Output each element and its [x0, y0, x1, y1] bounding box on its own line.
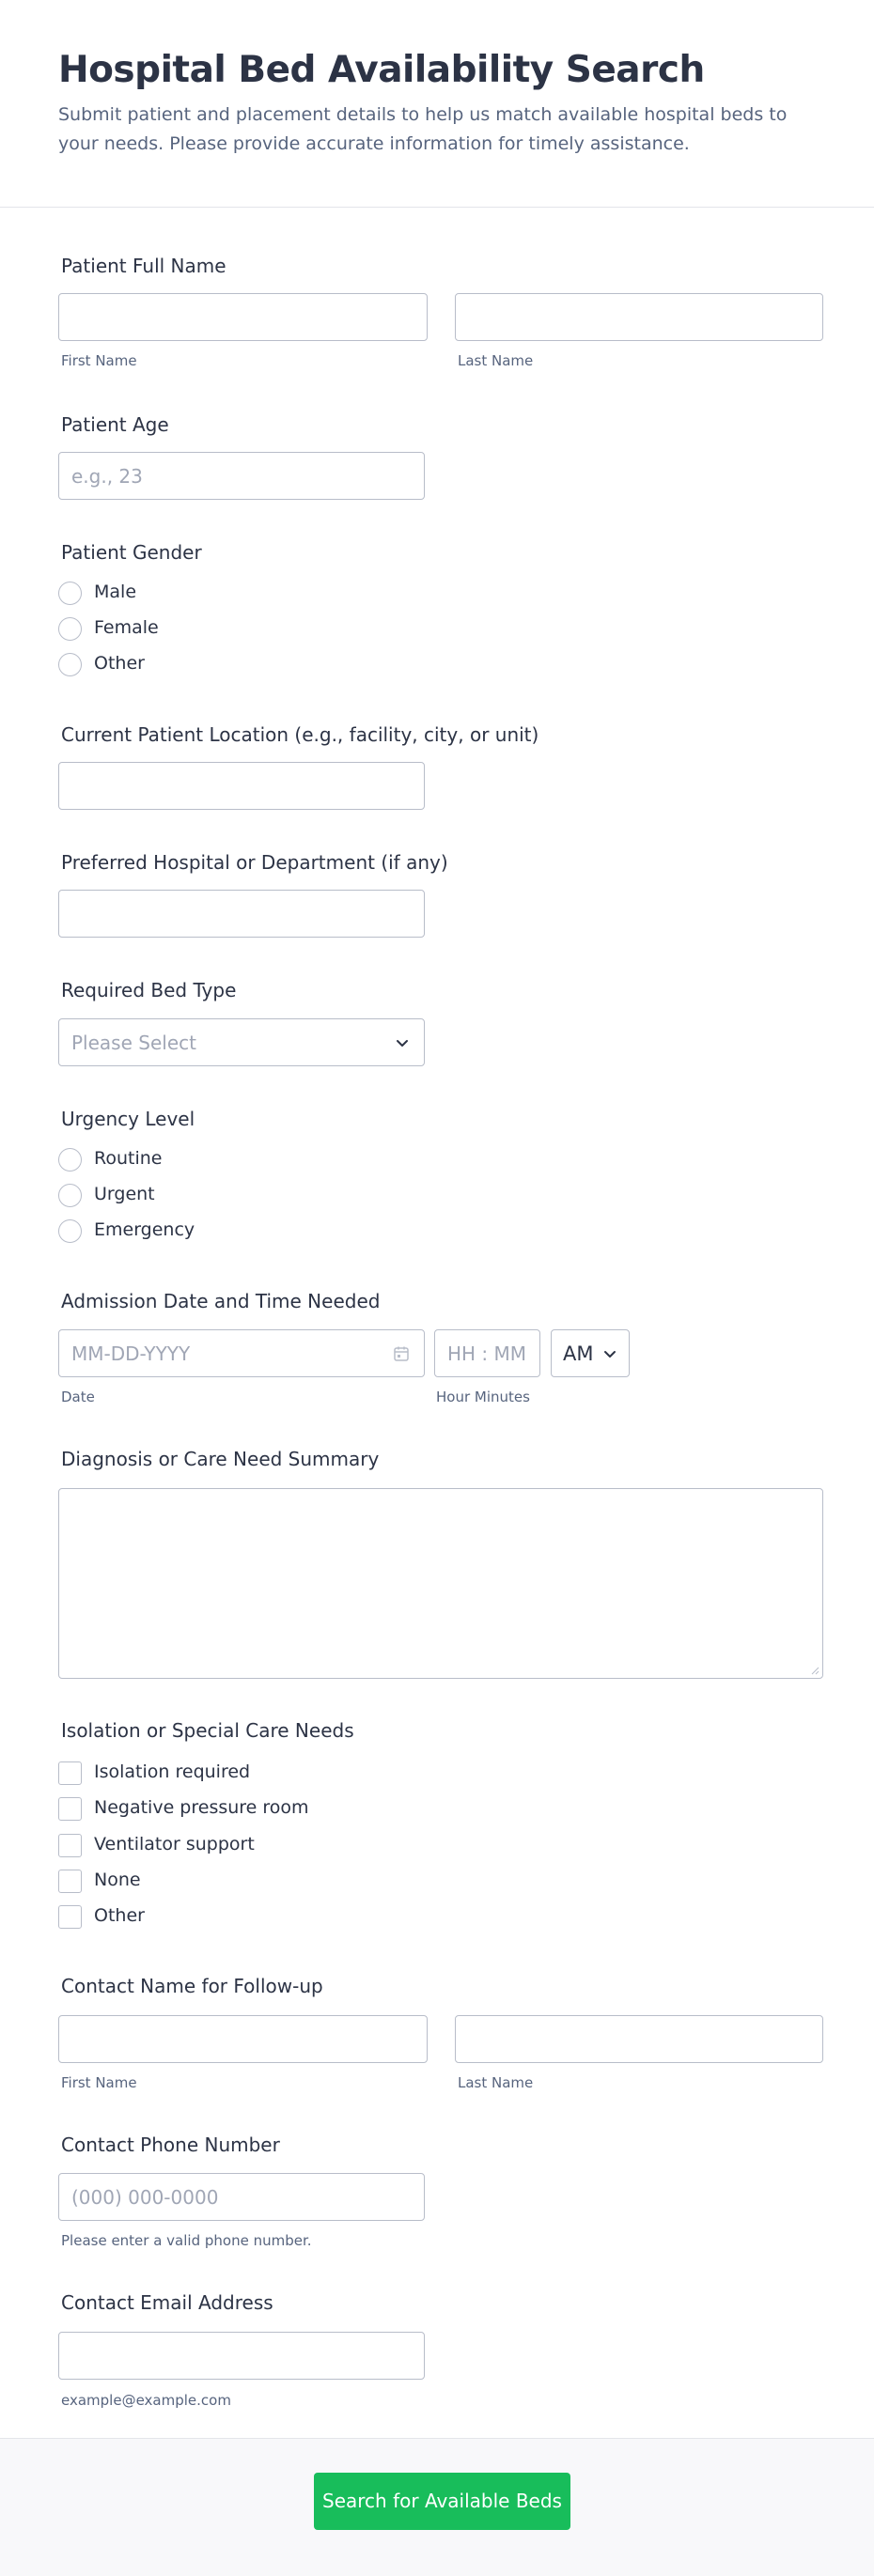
patient-last-name-sublabel: Last Name	[458, 352, 534, 369]
checkbox[interactable]	[58, 1834, 82, 1857]
admission-date-sublabel: Date	[61, 1389, 95, 1405]
form-header: Hospital Bed Availability Search Submit …	[0, 0, 874, 208]
contact-phone-sublabel: Please enter a valid phone number.	[61, 2232, 312, 2249]
contact-phone-placeholder: (000) 000-0000	[71, 2186, 219, 2209]
isolation-option-label: None	[94, 1870, 141, 1890]
urgency-option-label: Emergency	[94, 1219, 195, 1240]
contact-email-input[interactable]	[58, 2332, 425, 2380]
contact-first-name-input[interactable]	[58, 2015, 428, 2063]
admission-date-input[interactable]: MM-DD-YYYY	[58, 1329, 425, 1377]
gender-option-label: Other	[94, 653, 145, 674]
radio-button[interactable]	[58, 1219, 82, 1243]
page-subtitle: Submit patient and placement details to …	[58, 104, 788, 154]
ampm-select[interactable]: AM	[551, 1329, 630, 1377]
urgency-option-label: Routine	[94, 1148, 163, 1169]
admission-date-placeholder: MM-DD-YYYY	[71, 1342, 191, 1365]
admission-time-sublabel: Hour Minutes	[436, 1389, 530, 1405]
checkbox[interactable]	[58, 1905, 82, 1929]
patient-first-name-sublabel: First Name	[61, 352, 137, 369]
patient-gender-label: Patient Gender	[61, 541, 202, 564]
radio-button[interactable]	[58, 617, 82, 641]
contact-phone-label: Contact Phone Number	[61, 2134, 280, 2156]
preferred-hospital-label: Preferred Hospital or Department (if any…	[61, 851, 448, 874]
radio-button[interactable]	[58, 582, 82, 605]
contact-email-label: Contact Email Address	[61, 2291, 273, 2314]
contact-phone-input[interactable]: (000) 000-0000	[58, 2173, 425, 2221]
bed-type-label: Required Bed Type	[61, 979, 237, 1001]
contact-last-name-sublabel: Last Name	[458, 2074, 534, 2091]
urgency-label: Urgency Level	[61, 1108, 195, 1130]
contact-email-sublabel: example@example.com	[61, 2392, 231, 2409]
contact-name-label: Contact Name for Follow-up	[61, 1975, 323, 1997]
chevron-down-icon	[604, 1351, 616, 1358]
gender-option-label: Male	[94, 582, 137, 602]
isolation-option-label: Negative pressure room	[94, 1797, 309, 1818]
patient-age-placeholder: e.g., 23	[71, 465, 143, 488]
patient-age-input[interactable]: e.g., 23	[58, 452, 425, 500]
gender-option-label: Female	[94, 617, 159, 638]
contact-last-name-input[interactable]	[455, 2015, 823, 2063]
diagnosis-textarea[interactable]	[58, 1488, 823, 1679]
current-location-label: Current Patient Location (e.g., facility…	[61, 723, 539, 746]
contact-first-name-sublabel: First Name	[61, 2074, 137, 2091]
current-location-input[interactable]	[58, 762, 425, 810]
preferred-hospital-input[interactable]	[58, 890, 425, 938]
radio-button[interactable]	[58, 1184, 82, 1207]
patient-name-label: Patient Full Name	[61, 255, 226, 277]
isolation-label: Isolation or Special Care Needs	[61, 1719, 354, 1742]
isolation-option-label: Ventilator support	[94, 1834, 255, 1854]
isolation-option-label: Other	[94, 1905, 145, 1926]
calendar-icon[interactable]	[392, 1344, 411, 1363]
isolation-option-label: Isolation required	[94, 1761, 251, 1782]
patient-age-label: Patient Age	[61, 413, 169, 436]
checkbox[interactable]	[58, 1761, 82, 1785]
urgency-option-label: Urgent	[94, 1184, 155, 1204]
chevron-down-icon	[397, 1040, 408, 1047]
admission-time-input[interactable]: HH : MM	[434, 1329, 540, 1377]
radio-button[interactable]	[58, 653, 82, 676]
page-title: Hospital Bed Availability Search	[58, 49, 705, 91]
bed-type-placeholder: Please Select	[71, 1032, 196, 1054]
resize-handle-icon[interactable]	[810, 1666, 819, 1675]
admission-time-placeholder: HH : MM	[447, 1342, 527, 1365]
patient-first-name-input[interactable]	[58, 293, 428, 341]
diagnosis-label: Diagnosis or Care Need Summary	[61, 1448, 380, 1470]
search-available-beds-button[interactable]: Search for Available Beds	[314, 2473, 570, 2530]
radio-button[interactable]	[58, 1148, 82, 1172]
patient-last-name-input[interactable]	[455, 293, 823, 341]
admission-label: Admission Date and Time Needed	[61, 1290, 381, 1312]
checkbox[interactable]	[58, 1870, 82, 1893]
checkbox[interactable]	[58, 1797, 82, 1821]
ampm-value: AM	[563, 1342, 594, 1365]
bed-type-select[interactable]: Please Select	[58, 1018, 425, 1066]
